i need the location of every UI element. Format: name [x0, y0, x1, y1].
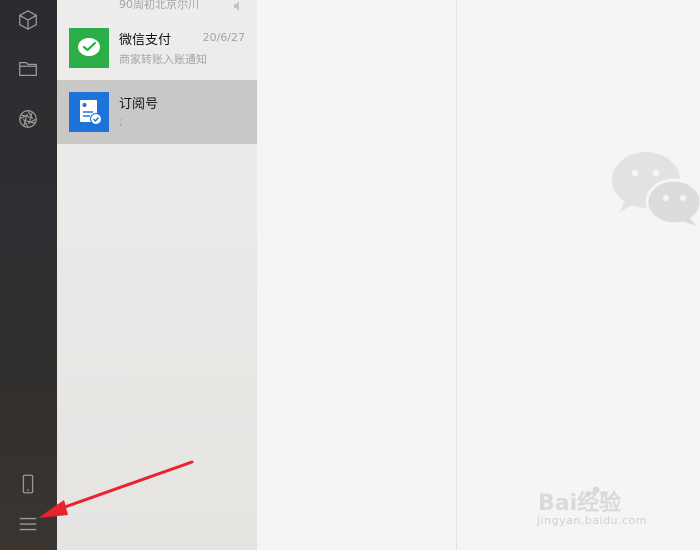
mini-program-icon[interactable] [14, 6, 42, 34]
list-item[interactable]: 90周初北京尔川 [57, 0, 257, 12]
list-item-title: 订阅号 [119, 97, 159, 112]
left-sidebar [0, 0, 57, 550]
list-item-subtitle: ; [119, 115, 123, 128]
baidu-watermark: Bai经验 [538, 486, 621, 516]
avatar [69, 92, 109, 132]
subscription-icon [80, 100, 102, 125]
wechat-logo-icon [612, 152, 700, 226]
list-item-time: 20/6/27 [202, 31, 245, 44]
wechat-pay-icon [78, 38, 100, 56]
avatar [69, 28, 109, 68]
chat-list: 90周初北京尔川 微信支付 20/6/27 商家转账入账通知 订阅号 ; [57, 0, 257, 550]
mute-icon [233, 0, 245, 11]
detail-pane [458, 0, 700, 550]
folder-icon[interactable] [14, 55, 42, 83]
phone-icon[interactable] [14, 470, 42, 498]
watermark-url: jingyan.baidu.com [537, 514, 648, 527]
list-item-title: 微信支付 [119, 33, 172, 48]
list-item-wechat-pay[interactable]: 微信支付 20/6/27 商家转账入账通知 [57, 16, 257, 80]
watermark-brand: Bai经验 [538, 490, 621, 516]
chat-pane [257, 0, 457, 550]
list-item-subscriptions[interactable]: 订阅号 ; [57, 80, 257, 144]
list-item-subtitle: 商家转账入账通知 [119, 53, 207, 66]
menu-icon[interactable] [14, 510, 42, 538]
list-item-subtitle: 90周初北京尔川 [119, 0, 199, 11]
moments-icon[interactable] [14, 105, 42, 133]
